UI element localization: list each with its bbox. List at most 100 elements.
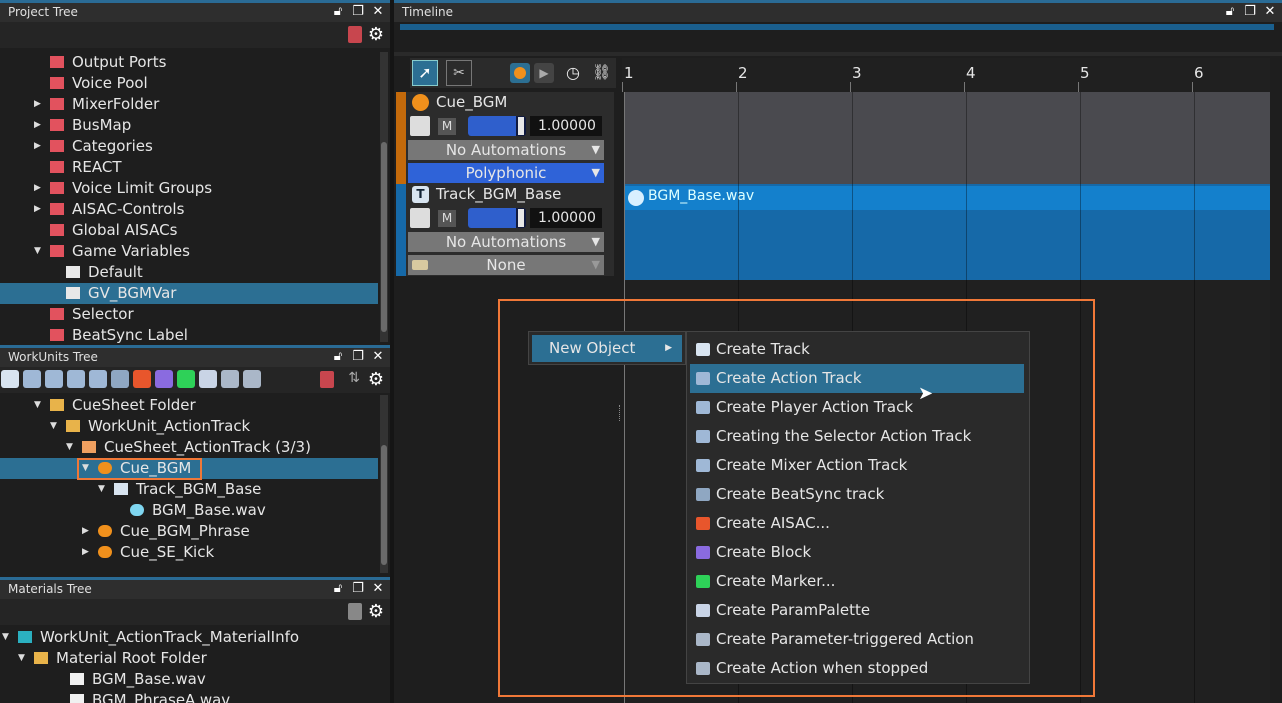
tree-row[interactable]: Selector (0, 304, 378, 325)
select-tool-icon[interactable]: ➚ (412, 60, 438, 86)
track-icon[interactable] (1, 370, 19, 388)
audio-clip[interactable]: BGM_Base.wav (624, 186, 1270, 210)
project-tree-scrollbar[interactable] (380, 52, 388, 342)
tree-row[interactable]: ▼ Material Root Folder (0, 648, 390, 669)
gear-icon[interactable]: ⚙ (368, 601, 384, 622)
expand-arrow-icon[interactable]: ▶ (82, 542, 92, 563)
expand-arrow-icon[interactable]: ▼ (98, 479, 108, 500)
tree-row[interactable]: Default (0, 262, 378, 283)
trash-icon[interactable] (320, 371, 334, 388)
aisac-icon[interactable] (133, 370, 151, 388)
player-action-track-icon[interactable] (45, 370, 63, 388)
close-icon[interactable]: ✕ (1262, 4, 1278, 20)
float-window-icon[interactable]: ❐ (350, 581, 366, 597)
tree-row[interactable]: ▶ BusMap (0, 115, 378, 136)
float-window-icon[interactable]: ❐ (350, 349, 366, 365)
tree-row[interactable]: ▼ CueSheet Folder (0, 395, 378, 416)
trash-icon[interactable] (348, 603, 362, 620)
automation-icon[interactable] (410, 116, 430, 136)
close-icon[interactable]: ✕ (370, 4, 386, 20)
trash-icon[interactable] (348, 26, 362, 43)
automation-combo[interactable]: No Automations ▼ (408, 232, 604, 252)
automation-combo[interactable]: No Automations ▼ (408, 140, 604, 160)
menu-item[interactable]: Create Mixer Action Track (690, 451, 1024, 480)
menu-item[interactable]: Create ParamPalette (690, 596, 1024, 625)
tree-row[interactable]: Output Ports (0, 52, 378, 73)
mode-combo[interactable]: Polyphonic ▼ (408, 163, 604, 183)
unlock-icon[interactable]: 🔓︎ (330, 349, 346, 365)
tree-row[interactable]: Global AISACs (0, 220, 378, 241)
expand-arrow-icon[interactable]: ▼ (2, 627, 12, 648)
tree-row[interactable]: ▼ WorkUnit_ActionTrack (0, 416, 378, 437)
tree-row[interactable]: ▶ Cue_SE_Kick (0, 542, 378, 563)
unlock-icon[interactable]: 🔓︎ (330, 4, 346, 20)
param-palette-icon[interactable] (199, 370, 217, 388)
menu-item[interactable]: Create BeatSync track (690, 480, 1024, 509)
beatsync-track-icon[interactable] (111, 370, 129, 388)
unlock-icon[interactable]: 🔓︎ (330, 581, 346, 597)
snap-icon[interactable] (510, 63, 530, 83)
tree-row[interactable]: ▼ CueSheet_ActionTrack (3/3) (0, 437, 378, 458)
speaker-icon[interactable]: ▶ (534, 63, 554, 83)
menu-item[interactable]: Creating the Selector Action Track (690, 422, 1024, 451)
timeline-splitter[interactable] (394, 52, 1282, 56)
mixer-action-track-icon[interactable] (89, 370, 107, 388)
timeline-ruler[interactable]: 1 2 3 4 5 6 (622, 58, 1270, 92)
expand-arrow-icon[interactable]: ▶ (34, 178, 44, 199)
menu-item[interactable]: Create AISAC... (690, 509, 1024, 538)
timeline-overview-bar[interactable] (400, 24, 1274, 30)
tree-row[interactable]: BeatSync Label (0, 325, 378, 345)
tree-row[interactable]: Voice Pool (0, 73, 378, 94)
none-combo[interactable]: None ▼ (408, 255, 604, 275)
volume-value[interactable]: 1.00000 (530, 116, 602, 136)
float-window-icon[interactable]: ❐ (1242, 4, 1258, 20)
slider-handle[interactable] (518, 117, 524, 135)
scissors-tool-icon[interactable]: ✂ (446, 60, 472, 86)
selector-action-track-icon[interactable] (67, 370, 85, 388)
tree-row[interactable]: ▶ Categories (0, 136, 378, 157)
gear-icon[interactable]: ⚙ (368, 369, 384, 390)
expand-arrow-icon[interactable]: ▶ (34, 136, 44, 157)
gear-icon[interactable]: ⚙ (368, 24, 384, 45)
menu-item[interactable]: Create Action when stopped (690, 654, 1024, 683)
slider-handle[interactable] (518, 209, 524, 227)
expand-arrow-icon[interactable]: ▶ (34, 94, 44, 115)
mute-button[interactable]: M (438, 210, 456, 227)
volume-slider[interactable] (468, 116, 526, 136)
sort-icon[interactable]: ⇅ (348, 370, 360, 386)
expand-arrow-icon[interactable]: ▼ (18, 648, 28, 669)
menu-item[interactable]: Create Action Track (690, 364, 1024, 393)
float-window-icon[interactable]: ❐ (350, 4, 366, 20)
tree-row[interactable]: ▼ Game Variables (0, 241, 378, 262)
workunits-tree-scrollbar[interactable] (380, 395, 388, 573)
menu-item[interactable]: Create Player Action Track (690, 393, 1024, 422)
automation-icon[interactable] (410, 208, 430, 228)
tree-row[interactable]: ▶ AISAC-Controls (0, 199, 378, 220)
mute-button[interactable]: M (438, 118, 456, 135)
parameter-action-icon[interactable] (221, 370, 239, 388)
tree-row[interactable]: BGM_Base.wav (0, 669, 390, 690)
stop-action-icon[interactable] (243, 370, 261, 388)
tree-row[interactable]: ▼ WorkUnit_ActionTrack_MaterialInfo (0, 627, 390, 648)
expand-arrow-icon[interactable]: ▶ (82, 521, 92, 542)
volume-slider[interactable] (468, 208, 526, 228)
tree-row[interactable]: BGM_Base.wav (0, 500, 378, 521)
cue-header[interactable]: Cue_BGM M 1.00000 No Automations ▼ Polyp… (396, 92, 614, 184)
tree-row[interactable]: GV_BGMVar (0, 283, 378, 304)
expand-arrow-icon[interactable]: ▼ (66, 437, 76, 458)
volume-value[interactable]: 1.00000 (530, 208, 602, 228)
marker-icon[interactable] (177, 370, 195, 388)
close-icon[interactable]: ✕ (370, 581, 386, 597)
expand-arrow-icon[interactable]: ▶ (34, 199, 44, 220)
track-header[interactable]: T Track_BGM_Base M 1.00000 No Automation… (396, 184, 614, 276)
tree-row[interactable]: REACT (0, 157, 378, 178)
action-track-icon[interactable] (23, 370, 41, 388)
link-icon[interactable]: ⛓ (592, 63, 611, 81)
expand-arrow-icon[interactable]: ▼ (34, 241, 44, 262)
expand-arrow-icon[interactable]: ▼ (34, 395, 44, 416)
menu-item[interactable]: Create Track (690, 335, 1024, 364)
tree-row[interactable]: BGM_PhraseA.wav (0, 690, 390, 703)
close-icon[interactable]: ✕ (370, 349, 386, 365)
expand-arrow-icon[interactable]: ▶ (34, 115, 44, 136)
unlock-icon[interactable]: 🔓︎ (1222, 4, 1238, 20)
